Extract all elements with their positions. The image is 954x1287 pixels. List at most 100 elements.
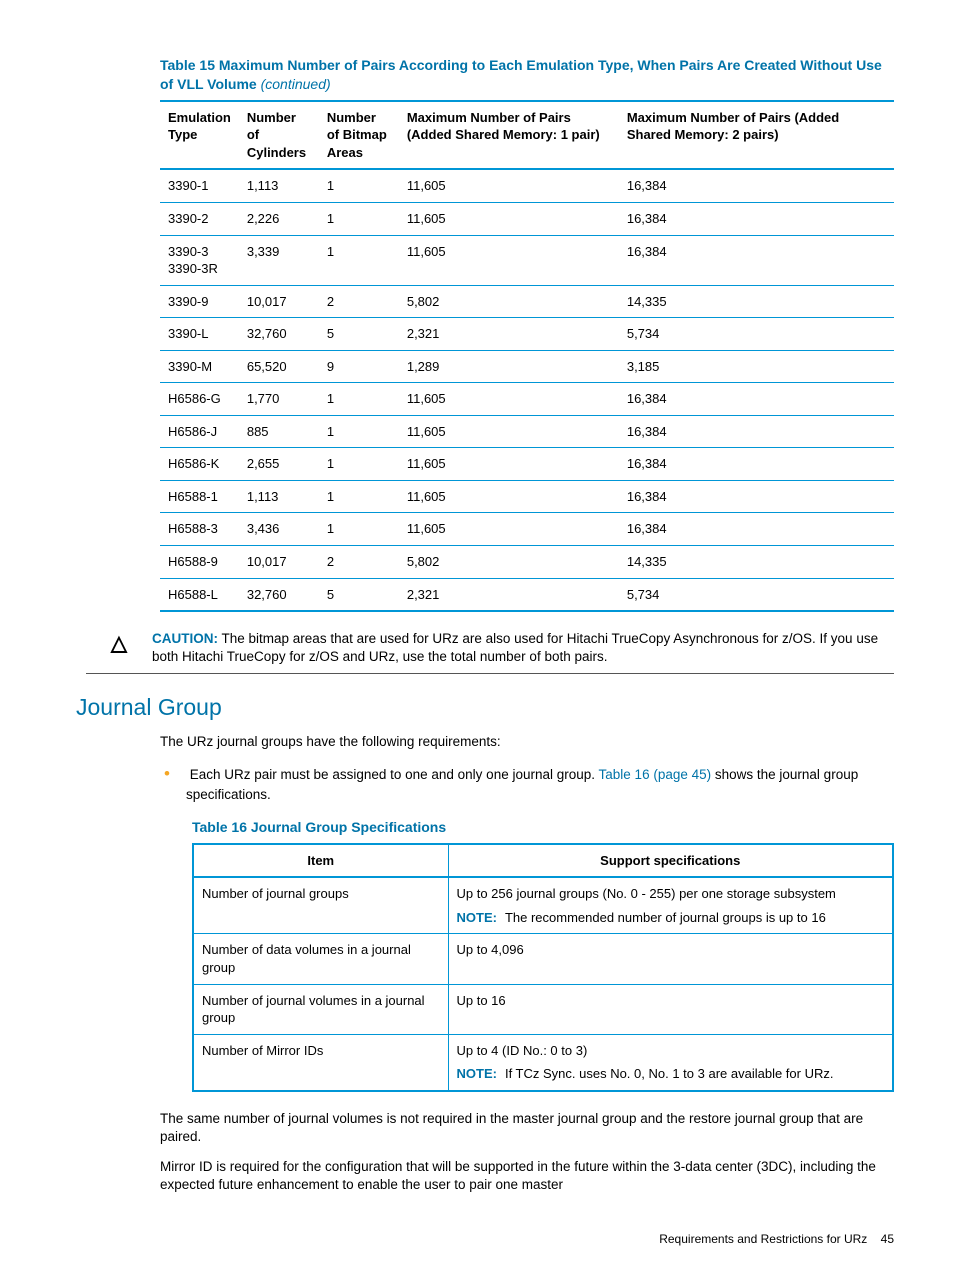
table-row: 3390-M65,52091,2893,185 bbox=[160, 350, 894, 383]
table-cell: 3,339 bbox=[239, 235, 319, 285]
table-cell: 2,321 bbox=[399, 578, 619, 611]
caution-icon: △ bbox=[86, 630, 152, 666]
table-cell: 3,436 bbox=[239, 513, 319, 546]
table-cell: 3390-9 bbox=[160, 285, 239, 318]
th-spec: Support specifications bbox=[448, 844, 893, 878]
table-cell: 16,384 bbox=[619, 383, 894, 416]
table-cell: 5,802 bbox=[399, 545, 619, 578]
table15: Emulation Type Number of Cylinders Numbe… bbox=[160, 100, 894, 612]
table-cell: 3390-2 bbox=[160, 202, 239, 235]
th-max1: Maximum Number of Pairs (Added Shared Me… bbox=[399, 101, 619, 170]
table-cell-spec: Up to 4 (ID No.: 0 to 3)NOTE:If TCz Sync… bbox=[448, 1034, 893, 1091]
table-cell: 32,760 bbox=[239, 578, 319, 611]
table-cell: 2,321 bbox=[399, 318, 619, 351]
footer-page-number: 45 bbox=[881, 1232, 894, 1246]
table-row: H6586-K2,655111,60516,384 bbox=[160, 448, 894, 481]
table-cell: 11,605 bbox=[399, 448, 619, 481]
table-cell: 3390-L bbox=[160, 318, 239, 351]
table-cell: 11,605 bbox=[399, 415, 619, 448]
table-cell: 2 bbox=[319, 545, 399, 578]
paragraph-after-1: The same number of journal volumes is no… bbox=[160, 1110, 894, 1146]
table-cell: 1 bbox=[319, 383, 399, 416]
table-cell: 2,226 bbox=[239, 202, 319, 235]
table-row: 3390-3 3390-3R3,339111,60516,384 bbox=[160, 235, 894, 285]
table16: Item Support specifications Number of jo… bbox=[192, 843, 894, 1092]
table16-caption: Table 16 Journal Group Specifications bbox=[192, 818, 894, 837]
table-cell: 65,520 bbox=[239, 350, 319, 383]
table16-link[interactable]: Table 16 (page 45) bbox=[599, 767, 712, 782]
table-row: H6588-33,436111,60516,384 bbox=[160, 513, 894, 546]
list-item: Each URz pair must be assigned to one an… bbox=[186, 763, 894, 804]
table-cell: 1 bbox=[319, 448, 399, 481]
table-cell: 16,384 bbox=[619, 448, 894, 481]
table-row: 3390-11,113111,60516,384 bbox=[160, 169, 894, 202]
table-row: H6586-J885111,60516,384 bbox=[160, 415, 894, 448]
table-cell: 3390-1 bbox=[160, 169, 239, 202]
th-max2: Maximum Number of Pairs (Added Shared Me… bbox=[619, 101, 894, 170]
table-cell: 1,113 bbox=[239, 169, 319, 202]
table-row: Number of data volumes in a journal grou… bbox=[193, 934, 893, 984]
table-cell: 1,770 bbox=[239, 383, 319, 416]
table-cell: 5,802 bbox=[399, 285, 619, 318]
table-cell: 11,605 bbox=[399, 480, 619, 513]
table-row: H6588-910,01725,80214,335 bbox=[160, 545, 894, 578]
bullet-pre: Each URz pair must be assigned to one an… bbox=[190, 767, 599, 782]
table-row: Number of Mirror IDsUp to 4 (ID No.: 0 t… bbox=[193, 1034, 893, 1091]
table-row: H6588-L32,76052,3215,734 bbox=[160, 578, 894, 611]
intro-paragraph: The URz journal groups have the followin… bbox=[160, 733, 894, 751]
table-cell: H6586-G bbox=[160, 383, 239, 416]
table-cell: 1,113 bbox=[239, 480, 319, 513]
table-cell: 1 bbox=[319, 169, 399, 202]
table-cell: 3390-3 3390-3R bbox=[160, 235, 239, 285]
table-cell: 16,384 bbox=[619, 513, 894, 546]
table-cell: 1 bbox=[319, 513, 399, 546]
table-cell: 11,605 bbox=[399, 383, 619, 416]
page-footer: Requirements and Restrictions for URz 45 bbox=[86, 1231, 894, 1247]
table-cell: 5,734 bbox=[619, 318, 894, 351]
table-cell: 11,605 bbox=[399, 202, 619, 235]
table-cell: 2,655 bbox=[239, 448, 319, 481]
table-cell-spec: Up to 256 journal groups (No. 0 - 255) p… bbox=[448, 877, 893, 934]
table15-caption-continued: (continued) bbox=[261, 76, 331, 92]
table-cell: 16,384 bbox=[619, 415, 894, 448]
table-cell: 16,384 bbox=[619, 169, 894, 202]
th-item: Item bbox=[193, 844, 448, 878]
table-cell: 16,384 bbox=[619, 202, 894, 235]
th-cylinders: Number of Cylinders bbox=[239, 101, 319, 170]
table-cell: H6588-L bbox=[160, 578, 239, 611]
table-cell: H6586-K bbox=[160, 448, 239, 481]
table-cell-item: Number of journal groups bbox=[193, 877, 448, 934]
inline-note-label: NOTE: bbox=[457, 910, 497, 925]
table-cell: H6588-3 bbox=[160, 513, 239, 546]
table-cell-spec: Up to 4,096 bbox=[448, 934, 893, 984]
table-row: 3390-L32,76052,3215,734 bbox=[160, 318, 894, 351]
table-cell-spec: Up to 16 bbox=[448, 984, 893, 1034]
caution-text: The bitmap areas that are used for URz a… bbox=[152, 631, 878, 664]
table-cell: 14,335 bbox=[619, 285, 894, 318]
table-cell: 3390-M bbox=[160, 350, 239, 383]
caution-separator bbox=[86, 673, 894, 674]
table-cell: 2 bbox=[319, 285, 399, 318]
caution-body: CAUTION: The bitmap areas that are used … bbox=[152, 630, 894, 666]
table-cell: 5 bbox=[319, 318, 399, 351]
table-cell: H6588-9 bbox=[160, 545, 239, 578]
table-cell: 11,605 bbox=[399, 169, 619, 202]
inline-note-label: NOTE: bbox=[457, 1066, 497, 1081]
table-cell: 1 bbox=[319, 415, 399, 448]
table-row: 3390-910,01725,80214,335 bbox=[160, 285, 894, 318]
table-cell: 14,335 bbox=[619, 545, 894, 578]
table-cell: 5,734 bbox=[619, 578, 894, 611]
table-cell: 1 bbox=[319, 202, 399, 235]
th-bitmap: Number of Bitmap Areas bbox=[319, 101, 399, 170]
table-cell: 11,605 bbox=[399, 513, 619, 546]
table-cell: 11,605 bbox=[399, 235, 619, 285]
requirements-list: Each URz pair must be assigned to one an… bbox=[186, 763, 894, 804]
table-cell: 9 bbox=[319, 350, 399, 383]
table-cell: 1 bbox=[319, 480, 399, 513]
caution-label: CAUTION: bbox=[152, 631, 218, 646]
inline-note-text: The recommended number of journal groups… bbox=[505, 910, 826, 925]
table-cell: 885 bbox=[239, 415, 319, 448]
table-cell: 16,384 bbox=[619, 480, 894, 513]
table-cell: 1,289 bbox=[399, 350, 619, 383]
table-cell-item: Number of data volumes in a journal grou… bbox=[193, 934, 448, 984]
